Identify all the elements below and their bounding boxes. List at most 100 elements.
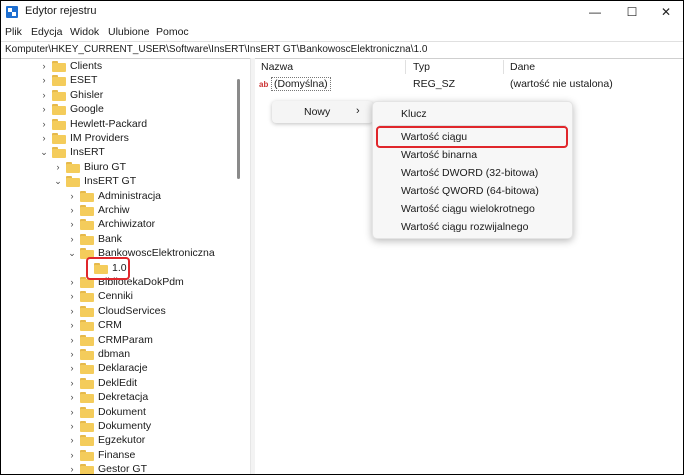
column-divider[interactable] [405, 60, 406, 74]
folder-icon [52, 133, 66, 144]
column-divider[interactable] [503, 60, 504, 74]
value-type: REG_SZ [413, 78, 456, 90]
tree-item[interactable]: ⌄ InsERT GT [1, 174, 241, 188]
tree-item-label: Hewlett-Packard [70, 117, 148, 130]
menu-item-wartosc-rozwijalnego[interactable]: Wartość ciągu rozwijalnego [401, 221, 528, 233]
menu-item-wartosc-binarna[interactable]: Wartość binarna [401, 149, 477, 161]
tree-item[interactable]: › Archiw [1, 203, 241, 217]
chevron-down-icon[interactable]: ⌄ [67, 246, 77, 260]
tree-item-label: Dekretacja [98, 391, 149, 404]
folder-icon [80, 449, 94, 461]
chevron-right-icon[interactable]: › [67, 318, 77, 332]
tree-item[interactable]: › Hewlett-Packard [1, 117, 241, 131]
close-button[interactable]: ✕ [649, 1, 683, 23]
menu-item-wartosc-qword[interactable]: Wartość QWORD (64-bitowa) [401, 185, 539, 197]
chevron-down-icon[interactable]: ⌄ [39, 145, 49, 159]
chevron-right-icon[interactable]: › [67, 333, 77, 347]
tree-item[interactable]: › Gestor GT [1, 462, 241, 474]
chevron-right-icon[interactable]: › [39, 117, 49, 131]
tree-item[interactable]: › CloudServices [1, 304, 241, 318]
highlight-box [86, 257, 130, 280]
tree-item[interactable]: › CRMParam [1, 333, 241, 347]
tree-item-label: Cenniki [98, 290, 134, 303]
folder-icon [80, 205, 94, 216]
chevron-right-icon[interactable]: › [67, 304, 77, 318]
value-name[interactable]: (Domyślna) [271, 77, 331, 91]
folder-icon [80, 435, 94, 447]
tree-item[interactable]: › Clients [1, 59, 241, 73]
menu-ulubione[interactable]: Ulubione [108, 26, 149, 38]
chevron-right-icon[interactable]: › [39, 102, 49, 116]
tree-item-label: CRMParam [98, 333, 153, 346]
folder-icon [80, 305, 94, 317]
tree-item[interactable]: › Finanse [1, 448, 241, 462]
highlight-box [376, 126, 568, 148]
tree-item[interactable]: › Biuro GT [1, 160, 241, 174]
chevron-right-icon[interactable]: › [67, 217, 77, 231]
menu-plik[interactable]: Plik [5, 26, 22, 38]
column-header-name[interactable]: Nazwa [261, 61, 293, 73]
folder-icon [80, 377, 94, 389]
tree-item[interactable]: › Egzekutor [1, 433, 241, 447]
menu-edycja[interactable]: Edycja [31, 26, 63, 38]
tree-item[interactable]: › Bank [1, 232, 241, 246]
folder-icon [52, 147, 66, 159]
chevron-right-icon[interactable]: › [67, 189, 77, 203]
folder-icon [80, 349, 94, 360]
chevron-right-icon[interactable]: › [67, 203, 77, 217]
tree-item[interactable]: › ESET [1, 73, 241, 87]
chevron-right-icon[interactable]: › [67, 405, 77, 419]
tree-item[interactable]: › Dekretacja [1, 390, 241, 404]
tree-item[interactable]: › Ghisler [1, 88, 241, 102]
chevron-right-icon[interactable]: › [39, 73, 49, 87]
chevron-right-icon[interactable]: › [67, 289, 77, 303]
registry-editor-window: Edytor rejestru — ☐ ✕ Plik Edycja Widok … [0, 0, 684, 475]
tree-item[interactable]: › dbman [1, 347, 241, 361]
tree-item[interactable]: › Google [1, 102, 241, 116]
chevron-right-icon[interactable]: › [67, 275, 77, 289]
tree-item[interactable]: ⌄ InsERT [1, 145, 241, 159]
column-header-type[interactable]: Typ [413, 61, 430, 73]
menu-item-wartosc-dword[interactable]: Wartość DWORD (32-bitowa) [401, 167, 538, 179]
chevron-right-icon[interactable]: › [67, 232, 77, 246]
tree-item[interactable]: › Administracja [1, 189, 241, 203]
address-bar[interactable]: Komputer\HKEY_CURRENT_USER\Software\InsE… [1, 41, 683, 59]
chevron-right-icon[interactable]: › [67, 448, 77, 462]
tree-item-label: InsERT [70, 146, 105, 159]
chevron-right-icon[interactable]: › [67, 419, 77, 433]
chevron-right-icon[interactable]: › [67, 361, 77, 375]
chevron-right-icon[interactable]: › [67, 462, 77, 474]
tree-item[interactable]: › Dokumenty [1, 419, 241, 433]
menu-pomoc[interactable]: Pomoc [156, 26, 189, 38]
folder-icon [80, 464, 94, 474]
tree-item[interactable]: › DeklEdit [1, 376, 241, 390]
chevron-right-icon[interactable]: › [39, 59, 49, 73]
tree-item[interactable]: › Deklaracje [1, 361, 241, 375]
maximize-button[interactable]: ☐ [615, 1, 649, 23]
tree-scrollbar[interactable] [237, 79, 240, 179]
tree-item[interactable]: › IM Providers [1, 131, 241, 145]
chevron-right-icon[interactable]: › [67, 390, 77, 404]
chevron-right-icon[interactable]: › [53, 160, 63, 174]
tree-item[interactable]: › Archiwizator [1, 217, 241, 231]
chevron-right-icon[interactable]: › [39, 131, 49, 145]
tree-item[interactable]: › Cenniki [1, 289, 241, 303]
chevron-right-icon[interactable]: › [67, 376, 77, 390]
registry-app-icon [6, 6, 18, 18]
tree-item-label: CRM [98, 319, 122, 332]
chevron-down-icon[interactable]: ⌄ [53, 174, 63, 188]
menu-item-wartosc-wielokrotnego[interactable]: Wartość ciągu wielokrotnego [401, 203, 535, 215]
minimize-button[interactable]: — [578, 1, 612, 23]
column-header-data[interactable]: Dane [510, 61, 535, 73]
folder-icon [80, 233, 94, 245]
menu-item-nowy[interactable]: Nowy [304, 106, 330, 118]
tree-item-label: Administracja [98, 189, 162, 202]
tree-item[interactable]: › Dokument [1, 405, 241, 419]
title-bar: Edytor rejestru — ☐ ✕ [1, 1, 683, 23]
tree-item[interactable]: › CRM [1, 318, 241, 332]
chevron-right-icon[interactable]: › [67, 347, 77, 361]
chevron-right-icon[interactable]: › [39, 88, 49, 102]
menu-widok[interactable]: Widok [70, 26, 99, 38]
menu-item-klucz[interactable]: Klucz [401, 108, 427, 120]
chevron-right-icon[interactable]: › [67, 433, 77, 447]
